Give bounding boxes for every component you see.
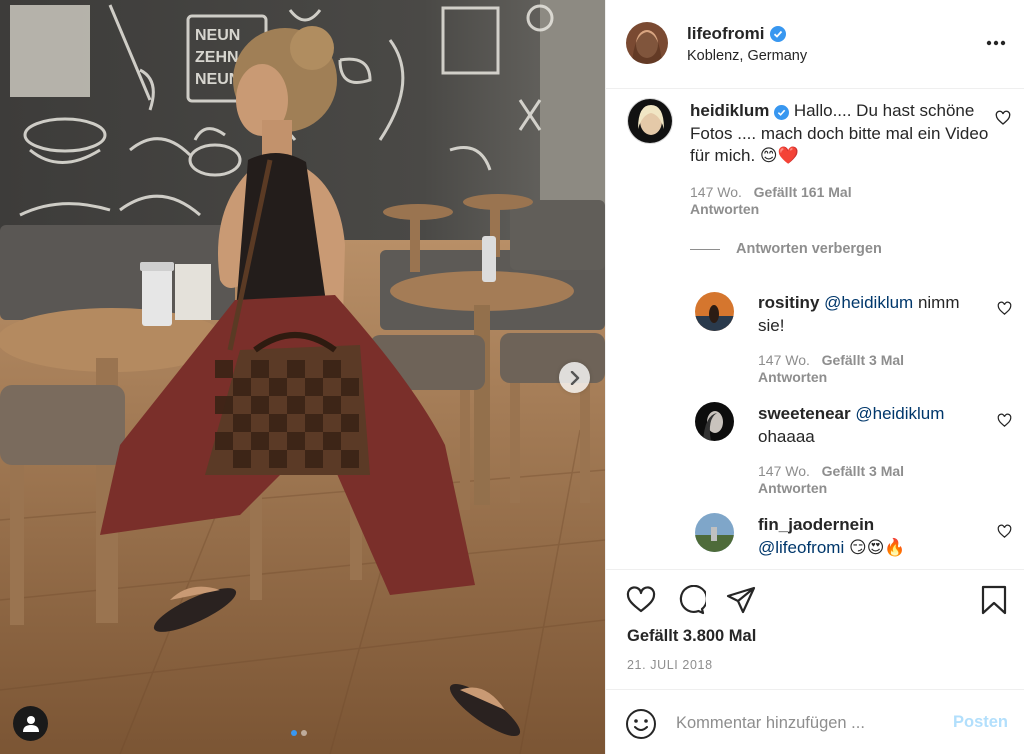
like-count[interactable]: Gefällt 3.800 Mal xyxy=(627,627,756,646)
comments-list: heidiklum Hallo.... Du hast schöne Fotos… xyxy=(606,90,1024,568)
more-horizontal-icon xyxy=(986,40,1006,46)
post-comment-button[interactable]: Posten xyxy=(953,713,1008,732)
post-location[interactable]: Koblenz, Germany xyxy=(687,48,807,64)
instagram-post-modal: NEUN ZEHN NEUN lifeofromi Koblenz, Germa… xyxy=(0,0,1024,754)
comment-age: 147 Wo. xyxy=(690,184,742,200)
comment-meta: 147 Wo. Gefällt 161 Mal Antworten xyxy=(690,184,852,218)
bookmark-icon[interactable] xyxy=(979,585,1009,615)
reply-button[interactable]: Antworten xyxy=(758,369,827,385)
emoji-icon[interactable] xyxy=(625,708,657,740)
author-username[interactable]: lifeofromi xyxy=(687,24,764,44)
user-icon xyxy=(22,716,39,732)
svg-text:NEUN: NEUN xyxy=(195,27,240,44)
comment-username[interactable]: heidiklum xyxy=(690,101,769,120)
reply-like-heart-icon[interactable] xyxy=(997,301,1012,316)
reply-like-count[interactable]: Gefällt 3 Mal xyxy=(822,463,904,479)
comment-avatar[interactable] xyxy=(627,98,673,144)
heart-icon[interactable] xyxy=(626,585,656,615)
chevron-right-icon xyxy=(570,370,579,385)
reply-body: 😏😍🔥 xyxy=(848,537,906,557)
reply-button[interactable]: Antworten xyxy=(690,201,759,217)
reply-button[interactable]: Antworten xyxy=(758,480,827,496)
post-sidebar: lifeofromi Koblenz, Germany heidiklum Ha… xyxy=(605,0,1024,754)
comment-icon[interactable] xyxy=(676,585,706,615)
post-header: lifeofromi Koblenz, Germany xyxy=(606,0,1024,89)
comment-like-heart-icon[interactable] xyxy=(995,110,1011,126)
carousel-dot xyxy=(301,730,307,736)
comment-text: heidiklum Hallo.... Du hast schöne Fotos… xyxy=(690,100,990,168)
reply-avatar[interactable] xyxy=(695,513,734,552)
reply-like-heart-icon[interactable] xyxy=(997,524,1012,539)
reply-text: rositiny @heidiklum nimm sie! xyxy=(758,292,983,337)
add-comment-bar: Posten xyxy=(606,689,1024,754)
reply-meta: 147 Wo. Gefällt 3 Mal Antworten xyxy=(758,463,904,497)
hide-replies-label: Antworten verbergen xyxy=(736,241,882,257)
svg-text:ZEHN: ZEHN xyxy=(195,49,239,66)
cafe-scene-image: NEUN ZEHN NEUN xyxy=(0,0,605,754)
replies-divider-line xyxy=(690,248,720,250)
verified-badge-icon xyxy=(770,26,787,42)
reply-like-count[interactable]: Gefällt 3 Mal xyxy=(822,352,904,368)
reply-body: ohaaaa xyxy=(758,426,815,446)
author-avatar[interactable] xyxy=(626,22,668,64)
comment-input[interactable] xyxy=(676,709,926,737)
comment-like-count[interactable]: Gefällt 161 Mal xyxy=(754,184,852,200)
post-actions: Gefällt 3.800 Mal 21. JULI 2018 xyxy=(606,569,1024,689)
reply-username[interactable]: rositiny xyxy=(758,293,819,312)
share-icon[interactable] xyxy=(726,585,756,615)
tagged-users-button[interactable] xyxy=(13,706,48,741)
reply-age: 147 Wo. xyxy=(758,352,810,368)
carousel-dot-active xyxy=(291,730,297,736)
reply-like-heart-icon[interactable] xyxy=(997,413,1012,428)
post-date: 21. JULI 2018 xyxy=(627,658,713,672)
reply-meta: 147 Wo. Gefällt 3 Mal Antworten xyxy=(758,352,904,386)
reply-avatar[interactable] xyxy=(695,402,734,441)
more-options-button[interactable] xyxy=(986,32,1006,46)
hide-replies-button[interactable]: Antworten verbergen xyxy=(690,241,882,257)
reply-mention[interactable]: @heidiklum xyxy=(824,293,913,312)
verified-badge-icon xyxy=(774,105,790,120)
reply-mention[interactable]: @heidiklum xyxy=(855,404,944,423)
author-username-row: lifeofromi xyxy=(687,24,787,44)
reply-text: sweetenear @heidiklum ohaaaa xyxy=(758,403,983,448)
reply-age: 147 Wo. xyxy=(758,463,810,479)
post-photo[interactable]: NEUN ZEHN NEUN xyxy=(0,0,605,754)
reply-mention[interactable]: @lifeofromi xyxy=(758,538,844,557)
reply-text: fin_jaodernein @lifeofromi 😏😍🔥 xyxy=(758,514,983,559)
reply-avatar[interactable] xyxy=(695,292,734,331)
carousel-indicator xyxy=(291,730,307,736)
reply-username[interactable]: sweetenear xyxy=(758,404,851,423)
next-slide-button[interactable] xyxy=(559,362,590,393)
reply-username[interactable]: fin_jaodernein xyxy=(758,515,874,534)
